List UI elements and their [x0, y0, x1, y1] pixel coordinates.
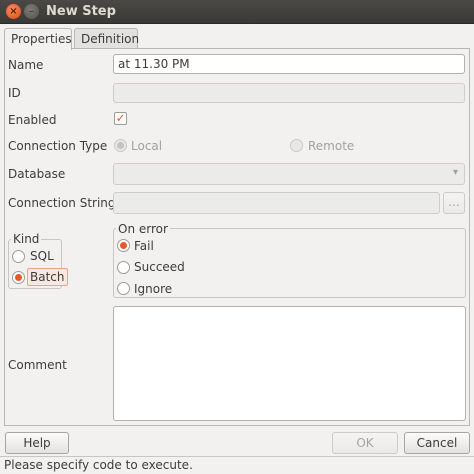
- window-title: New Step: [46, 4, 116, 19]
- chevron-down-icon: ▾: [452, 167, 458, 178]
- connection-remote-radio[interactable]: [290, 139, 303, 152]
- connection-local-label: Local: [131, 139, 163, 153]
- connection-type-label: Connection Type: [8, 139, 108, 153]
- kind-batch-label: Batch: [27, 268, 68, 286]
- tab-definition[interactable]: Definition: [74, 28, 139, 49]
- on-error-fail-label: Fail: [134, 239, 154, 253]
- on-error-ignore-radio[interactable]: [117, 282, 130, 295]
- kind-sql-label: SQL: [30, 249, 54, 263]
- window-minimize-button[interactable]: –: [24, 4, 39, 19]
- connection-local-radio[interactable]: [114, 139, 127, 152]
- comment-label: Comment: [8, 358, 67, 372]
- kind-batch-radio[interactable]: [12, 271, 25, 284]
- on-error-succeed-radio[interactable]: [117, 261, 130, 274]
- enabled-label: Enabled: [8, 113, 57, 127]
- help-button[interactable]: Help: [5, 432, 69, 454]
- on-error-ignore-label: Ignore: [134, 282, 173, 296]
- tab-properties[interactable]: Properties: [4, 28, 72, 50]
- on-error-fail-radio[interactable]: [117, 239, 130, 252]
- id-input[interactable]: [113, 83, 465, 103]
- connection-string-label: Connection String: [8, 196, 116, 210]
- connection-string-input[interactable]: [113, 192, 440, 214]
- connection-remote-label: Remote: [308, 139, 355, 153]
- status-bar: Please specify code to execute.: [0, 456, 474, 474]
- name-input[interactable]: at 11.30 PM: [113, 54, 465, 74]
- status-message: Please specify code to execute.: [4, 458, 193, 472]
- enabled-checkbox[interactable]: ✓: [114, 112, 127, 125]
- comment-textarea[interactable]: [113, 306, 466, 421]
- kind-title: Kind: [11, 232, 42, 246]
- ok-button[interactable]: OK: [332, 432, 398, 454]
- kind-sql-radio[interactable]: [12, 250, 25, 263]
- database-label: Database: [8, 167, 66, 181]
- id-label: ID: [8, 86, 21, 100]
- name-label: Name: [8, 58, 44, 72]
- browse-button[interactable]: ...: [443, 192, 465, 214]
- title-bar: × – New Step: [0, 0, 474, 24]
- cancel-button[interactable]: Cancel: [404, 432, 470, 454]
- on-error-title: On error: [116, 222, 170, 236]
- window-close-button[interactable]: ×: [6, 4, 21, 19]
- on-error-succeed-label: Succeed: [134, 260, 185, 274]
- database-select[interactable]: ▾: [113, 163, 465, 185]
